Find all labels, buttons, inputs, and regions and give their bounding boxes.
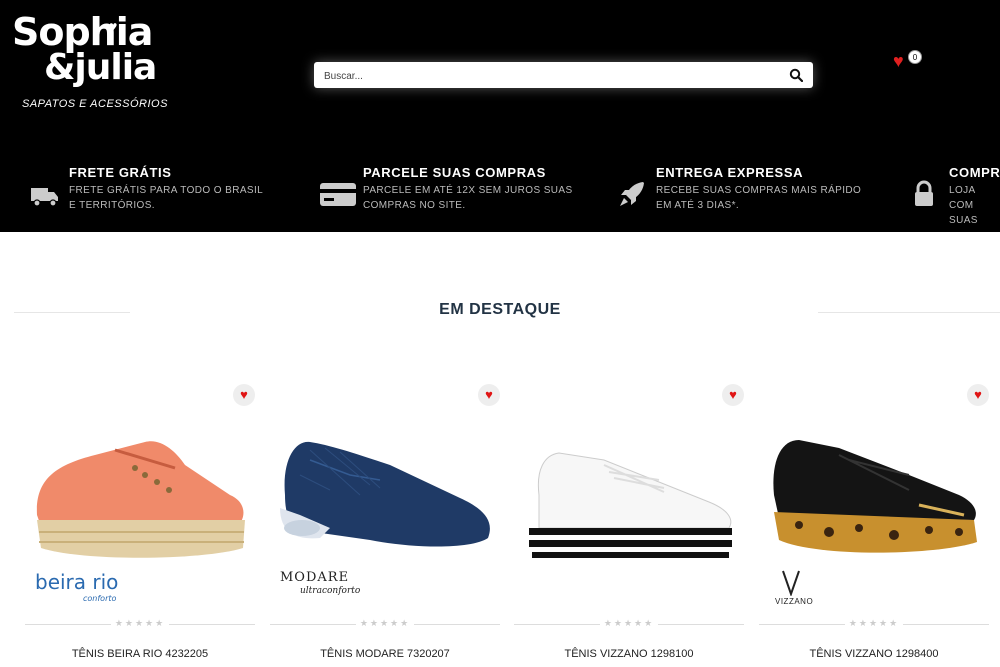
rating-stars-text: ★★★★★ bbox=[110, 618, 170, 628]
site-logo[interactable]: Sophia ♥ &julia SAPATOS E ACESSÓRIOS bbox=[12, 12, 167, 116]
rating-stars: ★★★★★ bbox=[270, 618, 500, 629]
wishlist-button[interactable]: ♥ 0 bbox=[893, 50, 923, 72]
brand-logo: beira rio conforto bbox=[35, 570, 155, 610]
product-name[interactable]: TÊNIS VIZZANO 1298100 bbox=[514, 648, 744, 660]
favorite-heart-icon[interactable]: ♥ bbox=[967, 384, 989, 406]
vizzano-logo-icon bbox=[782, 570, 800, 596]
logo-tagline: SAPATOS E ACESSÓRIOS bbox=[22, 98, 168, 110]
favorite-heart-icon[interactable]: ♥ bbox=[478, 384, 500, 406]
logo-line2: &julia bbox=[44, 47, 157, 88]
lock-icon bbox=[915, 180, 933, 206]
product-card[interactable]: ♥ beira rio conforto ★★★★★ TÊNIS BEIRA R… bbox=[25, 380, 255, 667]
brand-logo: MODARE ultraconforto bbox=[280, 570, 400, 610]
feature-desc: RECEBE SUAS COMPRAS MAIS RÁPIDO EM ATÉ 3… bbox=[656, 185, 862, 211]
product-image[interactable] bbox=[270, 420, 500, 570]
product-card[interactable]: ♥ VIZZANO ★★★★★ TÊNIS VIZZANO 1298400 bbox=[759, 380, 989, 667]
feature-desc: FRETE GRÁTIS PARA TODO O BRASIL E TERRIT… bbox=[69, 185, 263, 211]
feature-secure-purchase: COMPR LOJA COM SUAS INFO bbox=[913, 165, 1000, 225]
rocket-icon bbox=[620, 182, 644, 206]
rating-stars: ★★★★★ bbox=[514, 618, 744, 629]
rating-stars-text: ★★★★★ bbox=[844, 618, 904, 628]
product-name[interactable]: TÊNIS MODARE 7320207 bbox=[270, 648, 500, 660]
heart-icon: ♥ bbox=[893, 51, 904, 71]
wishlist-count-badge: 0 bbox=[908, 50, 922, 64]
brand-logo: VIZZANO bbox=[769, 570, 813, 610]
truck-icon bbox=[31, 188, 58, 207]
site-header: Sophia ♥ &julia SAPATOS E ACESSÓRIOS ♥ 0… bbox=[0, 0, 1000, 232]
rating-stars-text: ★★★★★ bbox=[599, 618, 659, 628]
rating-stars: ★★★★★ bbox=[25, 618, 255, 629]
product-card[interactable]: ♥ MODARE ultraconforto ★★★★★ TÊNIS MODAR… bbox=[270, 380, 500, 667]
favorite-heart-icon[interactable]: ♥ bbox=[722, 384, 744, 406]
logo-heart-icon: ♥ bbox=[109, 18, 118, 34]
product-name[interactable]: TÊNIS VIZZANO 1298400 bbox=[759, 648, 989, 660]
product-card[interactable]: ♥ ★★★★★ TÊNIS VIZZANO 1298100 bbox=[514, 380, 744, 667]
brand-subtitle: conforto bbox=[83, 594, 117, 603]
search-bar bbox=[314, 62, 813, 88]
brand-name: beira rio bbox=[35, 570, 119, 594]
rating-stars: ★★★★★ bbox=[759, 618, 989, 629]
feature-title: PARCELE SUAS COMPRAS bbox=[363, 165, 546, 180]
feature-desc: LOJA COM SUAS INFO bbox=[949, 185, 978, 225]
feature-title: FRETE GRÁTIS bbox=[69, 165, 172, 180]
product-image[interactable] bbox=[25, 420, 255, 570]
favorite-heart-icon[interactable]: ♥ bbox=[233, 384, 255, 406]
section-title: EM DESTAQUE bbox=[439, 301, 561, 318]
product-name[interactable]: TÊNIS BEIRA RIO 4232205 bbox=[25, 648, 255, 660]
product-image[interactable] bbox=[514, 420, 744, 570]
feature-title: COMPR bbox=[949, 165, 1000, 180]
brand-name: MODARE bbox=[280, 570, 350, 585]
credit-card-icon bbox=[320, 183, 356, 206]
brand-name: VIZZANO bbox=[775, 597, 814, 606]
rating-stars-text: ★★★★★ bbox=[355, 618, 415, 628]
search-icon[interactable] bbox=[789, 68, 803, 82]
product-image[interactable] bbox=[759, 420, 989, 570]
search-input[interactable] bbox=[322, 65, 776, 87]
feature-title: ENTREGA EXPRESSA bbox=[656, 165, 804, 180]
logo-line1: Sophia bbox=[12, 10, 153, 54]
feature-desc: PARCELE EM ATÉ 12X SEM JUROS SUAS COMPRA… bbox=[363, 185, 573, 211]
brand-subtitle: ultraconforto bbox=[300, 586, 361, 596]
